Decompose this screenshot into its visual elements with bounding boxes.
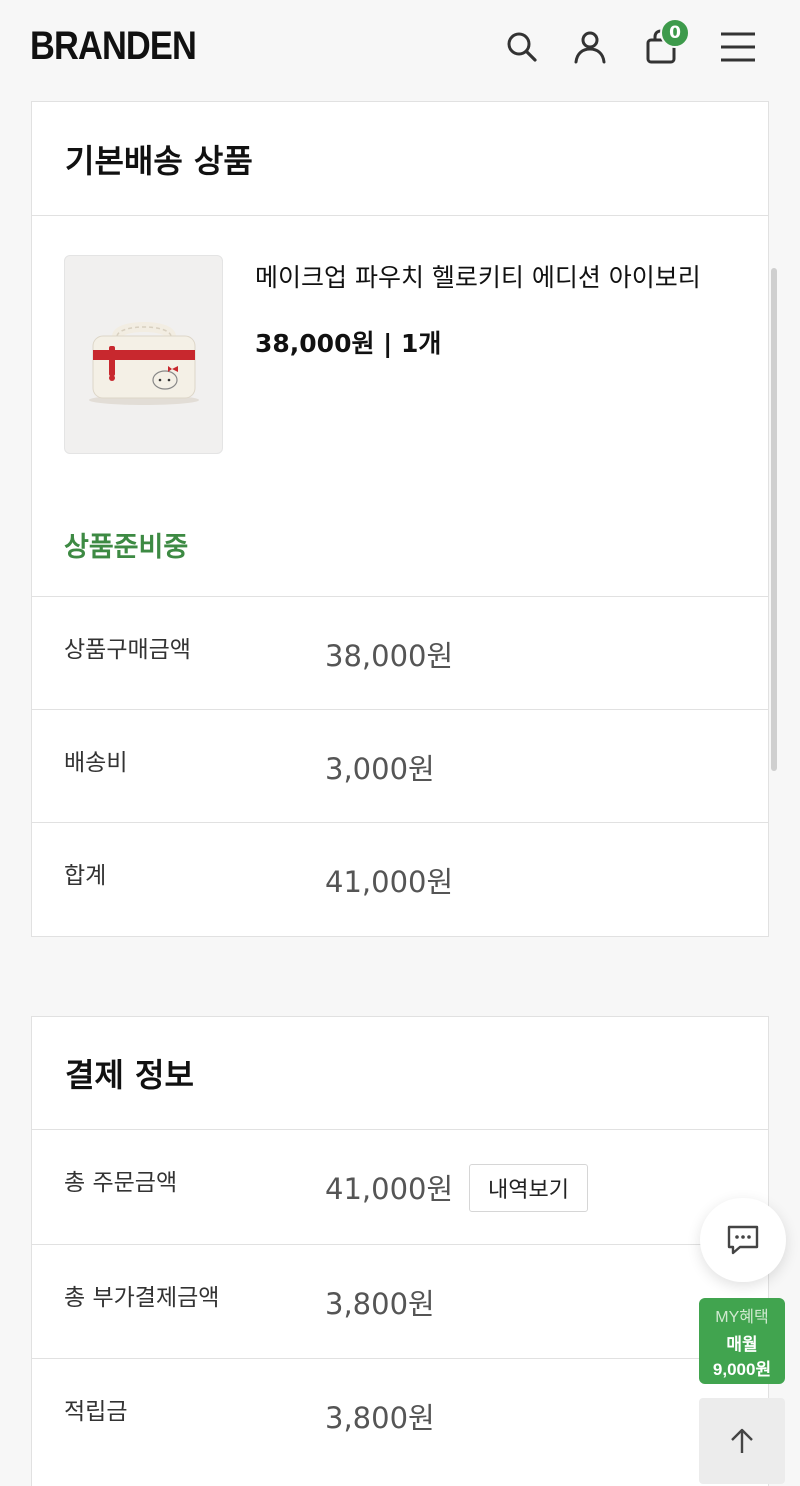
- view-details-button[interactable]: 내역보기: [469, 1164, 588, 1212]
- my-benefit-line1: 매월: [726, 1334, 758, 1354]
- my-benefit-line2: 9,000원: [712, 1359, 772, 1379]
- search-icon[interactable]: [497, 22, 547, 72]
- summary-row: 합계 41,000원: [32, 823, 768, 936]
- cart-count-badge: 0: [660, 18, 690, 48]
- order-status: 상품준비중: [64, 532, 189, 563]
- header: BRANDEN 0: [0, 0, 800, 96]
- my-benefit-button[interactable]: MY혜택 매월 9,000원: [699, 1298, 785, 1384]
- payment-row: 총 주문금액 41,000원 내역보기: [32, 1130, 768, 1245]
- row-label: 상품구매금액: [64, 637, 191, 663]
- row-label: 합계: [64, 863, 107, 889]
- row-label: 총 부가결제금액: [64, 1285, 220, 1311]
- brand-logo[interactable]: BRANDEN: [30, 24, 197, 69]
- product-name[interactable]: 메이크업 파우치 헬로키티 에디션 아이보리: [255, 258, 701, 294]
- order-product: 메이크업 파우치 헬로키티 에디션 아이보리 38,000원 | 1개 상품준비…: [32, 216, 768, 597]
- row-value: 3,800원: [325, 1401, 435, 1435]
- row-label: 배송비: [64, 750, 128, 776]
- product-thumbnail[interactable]: [64, 255, 223, 454]
- my-benefit-label: MY혜택: [715, 1308, 769, 1326]
- section-title: 결제 정보: [32, 1017, 768, 1130]
- scroll-to-top-button[interactable]: [699, 1398, 785, 1484]
- row-value: 3,000원: [325, 752, 435, 786]
- makeup-pouch-image: [88, 321, 199, 405]
- row-value: 3,800원: [325, 1287, 435, 1321]
- section-title: 기본배송 상품: [32, 102, 768, 216]
- scrollbar[interactable]: [771, 268, 777, 771]
- payment-row: 총 부가결제금액 3,800원: [32, 1245, 768, 1359]
- row-label: 적립금: [64, 1399, 128, 1425]
- arrow-up-icon: [731, 1428, 753, 1453]
- payment-info-card: 결제 정보 총 주문금액 41,000원 내역보기 총 부가결제금액 3,800…: [31, 1016, 769, 1486]
- row-value: 41,000원: [325, 865, 454, 899]
- summary-row: 배송비 3,000원: [32, 710, 768, 823]
- row-value: 38,000원: [325, 639, 454, 673]
- chat-icon: [727, 1225, 759, 1255]
- product-price-quantity: 38,000원 | 1개: [255, 329, 442, 358]
- payment-row: 적립금 3,800원: [32, 1359, 768, 1473]
- chat-button[interactable]: [700, 1198, 786, 1282]
- shipping-products-card: 기본배송 상품 메이크업 파우치 헬로키티 에디션 아이보리 38,000원 |…: [31, 101, 769, 937]
- row-value: 41,000원: [325, 1172, 454, 1206]
- menu-icon[interactable]: [713, 22, 763, 72]
- user-icon[interactable]: [565, 22, 615, 72]
- summary-row: 상품구매금액 38,000원: [32, 597, 768, 710]
- row-label: 총 주문금액: [64, 1170, 178, 1196]
